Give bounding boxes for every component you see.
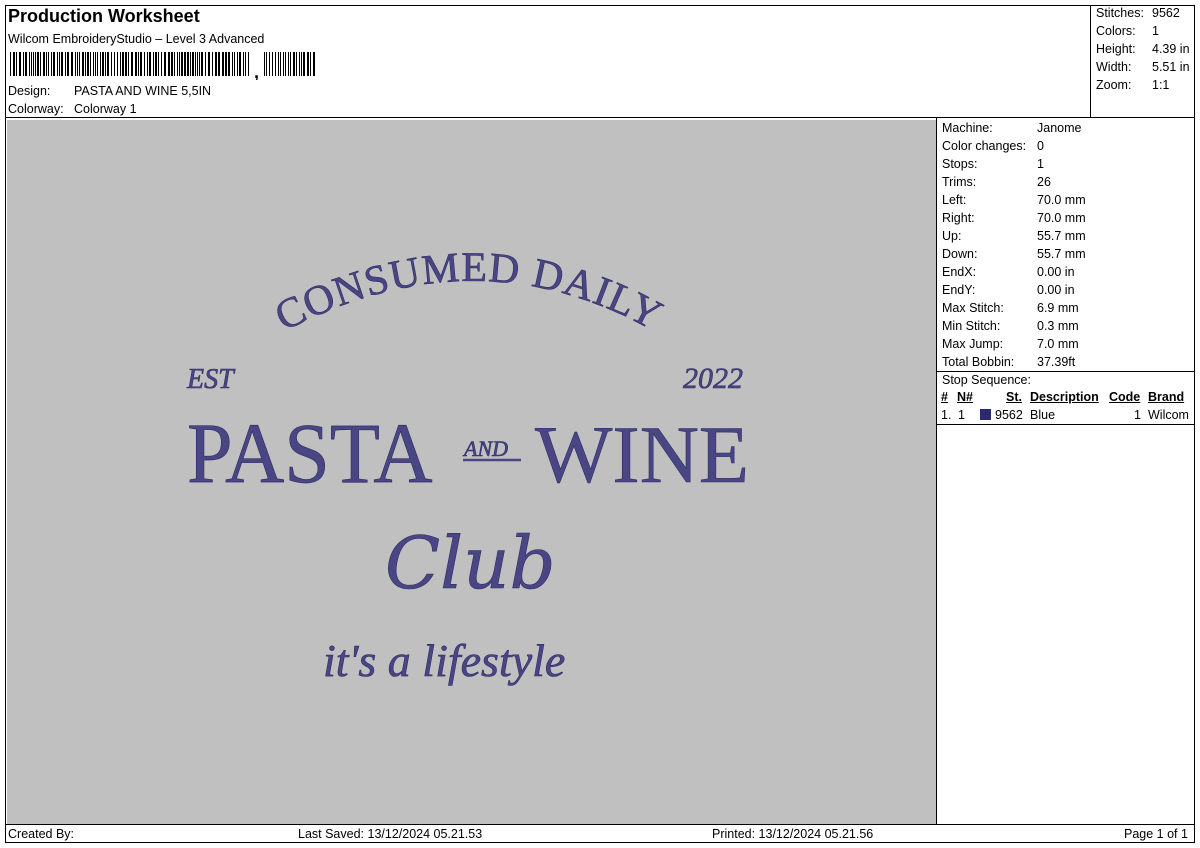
summary-label: Width: xyxy=(1096,60,1132,74)
stop-table-bottom xyxy=(936,424,1195,425)
row-description: Blue xyxy=(1030,408,1056,422)
club-text: Club xyxy=(385,521,556,605)
barcode: , xyxy=(10,52,315,80)
footer-divider xyxy=(5,824,1195,825)
machine-label: Right: xyxy=(942,211,975,225)
stop-sequence-title: Stop Sequence: xyxy=(942,373,1031,387)
row-brand: Wilcom xyxy=(1148,408,1189,422)
row-needle: 1 xyxy=(958,408,965,422)
row-stitches: 9562 xyxy=(995,408,1023,422)
design-label: Design: xyxy=(8,84,51,98)
col-header-brand: Brand xyxy=(1148,390,1185,404)
machine-label: Color changes: xyxy=(942,139,1027,153)
machine-label: Stops: xyxy=(942,157,978,171)
word-wine: WINE xyxy=(535,409,749,500)
last-saved: Last Saved: 13/12/2024 05.21.53 xyxy=(298,827,483,841)
design-value: PASTA AND WINE 5,5IN xyxy=(74,84,212,98)
machine-value: 55.7 mm xyxy=(1037,229,1086,243)
machine-value: Janome xyxy=(1037,121,1082,135)
machine-label: Max Jump: xyxy=(942,337,1004,351)
stop-sequence-divider xyxy=(936,371,1195,372)
page-number: Page 1 of 1 xyxy=(1124,827,1188,841)
info-panel-divider xyxy=(936,117,937,825)
header-divider xyxy=(5,117,1195,118)
machine-label: Machine: xyxy=(942,121,993,135)
machine-value: 0.00 in xyxy=(1037,265,1075,279)
machine-value: 70.0 mm xyxy=(1037,211,1086,225)
colorway-label: Colorway: xyxy=(8,102,64,116)
word-pasta: PASTA xyxy=(187,406,433,501)
design-preview[interactable]: CONSUMED DAILY EST 2022 PASTA AND WINE C… xyxy=(7,120,936,824)
col-header-description: Description xyxy=(1030,390,1099,404)
machine-label: Max Stitch: xyxy=(942,301,1004,315)
frame-bottom xyxy=(5,842,1195,843)
machine-label: Trims: xyxy=(942,175,977,189)
machine-label: Left: xyxy=(942,193,967,207)
machine-label: EndY: xyxy=(942,283,976,297)
col-header-num: # xyxy=(941,390,948,404)
colorway-value: Colorway 1 xyxy=(74,102,137,116)
summary-label: Height: xyxy=(1096,42,1136,56)
summary-label: Colors: xyxy=(1096,24,1136,38)
machine-value: 0.00 in xyxy=(1037,283,1075,297)
row-num: 1. xyxy=(941,408,952,422)
machine-value: 1 xyxy=(1037,157,1044,171)
machine-value: 6.9 mm xyxy=(1037,301,1079,315)
machine-value: 0 xyxy=(1037,139,1044,153)
embroidery-artwork: CONSUMED DAILY EST 2022 PASTA AND WINE C… xyxy=(186,245,750,687)
barcode-suffix: , xyxy=(254,62,259,80)
frame-left xyxy=(5,5,6,843)
summary-divider xyxy=(1090,5,1091,118)
machine-value: 70.0 mm xyxy=(1037,193,1086,207)
page-title: Production Worksheet xyxy=(8,6,200,26)
machine-value: 26 xyxy=(1037,175,1051,189)
est-text: EST xyxy=(186,364,236,395)
summary-value: 4.39 in xyxy=(1152,42,1190,56)
row-code: 1 xyxy=(1134,408,1141,422)
summary-label: Zoom: xyxy=(1096,78,1132,92)
printed-date: Printed: 13/12/2024 05.21.56 xyxy=(712,827,874,841)
word-and: AND xyxy=(462,436,508,461)
col-header-code: Code xyxy=(1109,390,1141,404)
col-header-stitches: St. xyxy=(1006,390,1022,404)
summary-value: 1 xyxy=(1152,24,1159,38)
machine-value: 37.39ft xyxy=(1037,355,1076,369)
machine-label: Down: xyxy=(942,247,978,261)
machine-value: 0.3 mm xyxy=(1037,319,1079,333)
machine-label: EndX: xyxy=(942,265,977,279)
summary-value: 9562 xyxy=(1152,6,1180,20)
summary-label: Stitches: xyxy=(1096,6,1144,20)
summary-value: 5.51 in xyxy=(1152,60,1190,74)
machine-label: Up: xyxy=(942,229,962,243)
arc-text: CONSUMED DAILY xyxy=(268,245,670,340)
col-header-needle: N# xyxy=(957,390,973,404)
thread-color-swatch xyxy=(980,409,991,420)
machine-value: 7.0 mm xyxy=(1037,337,1079,351)
tagline-text: it's a lifestyle xyxy=(323,635,565,686)
year-text: 2022 xyxy=(683,362,743,395)
machine-label: Total Bobbin: xyxy=(942,355,1015,369)
machine-label: Min Stitch: xyxy=(942,319,1001,333)
software-name: Wilcom EmbroideryStudio – Level 3 Advanc… xyxy=(8,32,265,46)
machine-value: 55.7 mm xyxy=(1037,247,1086,261)
created-by: Created By: xyxy=(8,827,75,841)
summary-value: 1:1 xyxy=(1152,78,1170,92)
